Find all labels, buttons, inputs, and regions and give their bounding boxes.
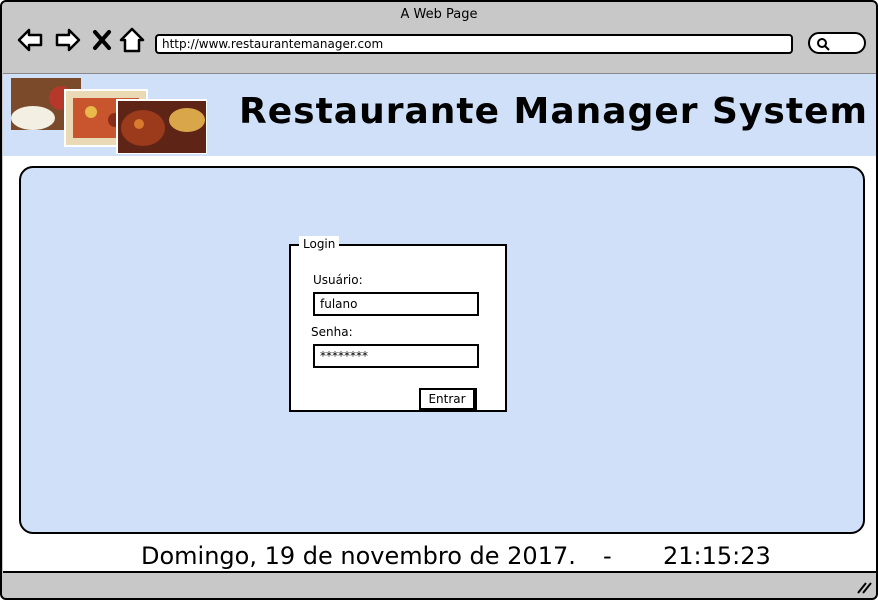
forward-icon[interactable] — [54, 26, 82, 54]
username-input[interactable]: fulano — [313, 292, 479, 316]
footer-date: Domingo, 19 de novembro de 2017. — [141, 542, 576, 570]
browser-window: A Web Page http://www.restaurantemanager… — [0, 0, 878, 600]
login-legend: Login — [299, 236, 340, 252]
search-icon — [817, 38, 830, 51]
browser-toolbar: http://www.restaurantemanager.com — [2, 24, 876, 66]
footer-separator: - — [603, 542, 612, 570]
back-icon[interactable] — [16, 26, 44, 54]
window-title: A Web Page — [400, 7, 478, 22]
app-title: Restaurante Manager System — [239, 91, 868, 132]
browser-search-field[interactable] — [808, 32, 866, 54]
main-panel: Login Usuário: fulano Senha: ******** En… — [19, 166, 865, 534]
resize-grip-icon[interactable] — [856, 580, 872, 594]
password-label: Senha: — [311, 325, 353, 339]
close-icon[interactable] — [91, 26, 113, 54]
login-form: Login Usuário: fulano Senha: ******** En… — [289, 236, 507, 412]
enter-button[interactable]: Entrar — [419, 388, 477, 412]
username-label: Usuário: — [313, 273, 363, 287]
footer-time: 21:15:23 — [663, 542, 771, 570]
header-banner: Restaurante Manager System — [3, 74, 876, 156]
home-icon[interactable] — [118, 26, 146, 54]
address-bar[interactable]: http://www.restaurantemanager.com — [155, 34, 793, 54]
page-content: Restaurante Manager System Login Usuário… — [3, 73, 876, 573]
food-banner-image — [11, 78, 207, 154]
password-input[interactable]: ******** — [313, 344, 479, 368]
